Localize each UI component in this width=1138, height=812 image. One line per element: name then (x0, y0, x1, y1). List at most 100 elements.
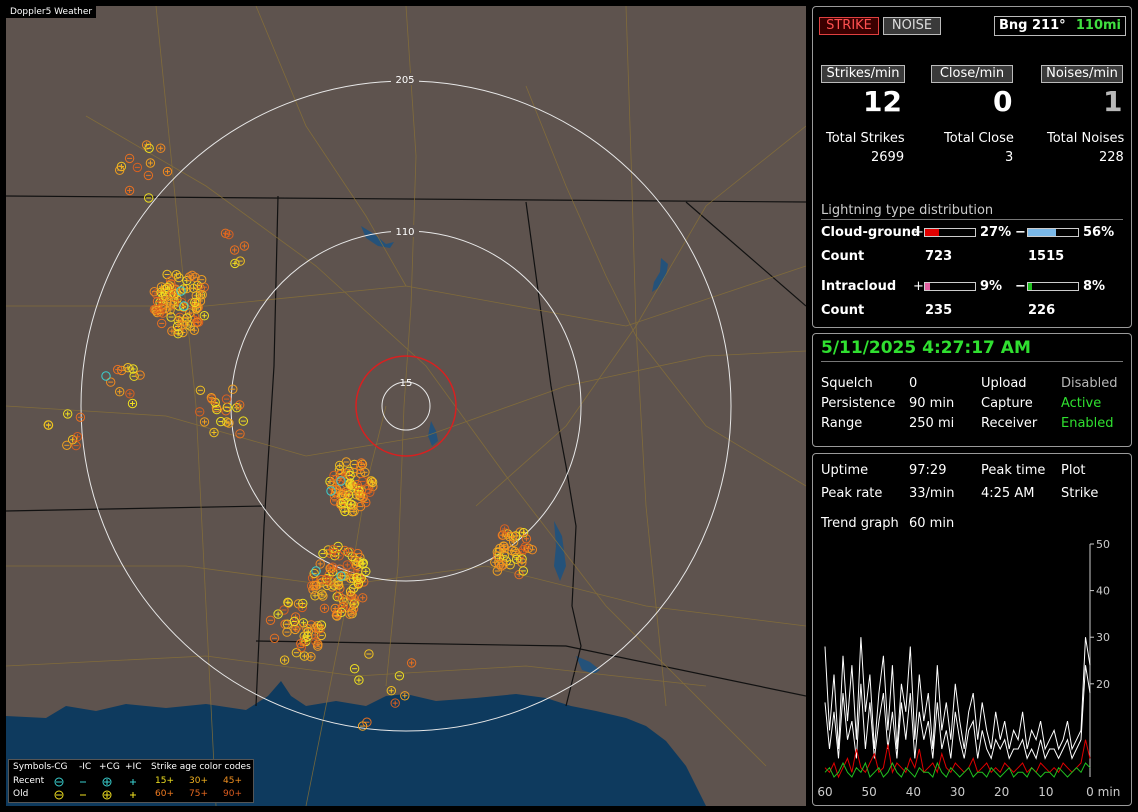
peak-time-value: 4:25 AM (981, 486, 1035, 501)
total-noises-value: 228 (1099, 150, 1124, 165)
close-per-min-value: 0 (993, 85, 1013, 118)
legend-age-45: 45+ (223, 776, 242, 786)
total-close-label: Total Close (944, 131, 1014, 146)
legend-age-75: 75+ (189, 789, 208, 799)
range-label: Range (821, 416, 863, 431)
trend-series-line (824, 665, 1091, 760)
cg-count-label: Count (821, 249, 865, 264)
cg-negative-count: 1515 (1028, 249, 1065, 264)
legend-age-15: 15+ (155, 776, 174, 786)
legend-age-90: 90+ (223, 789, 242, 799)
legend-pos-ic-recent-icon (130, 779, 136, 785)
range-value: 250 mi (909, 416, 955, 431)
ic-positive-pct: 9% (980, 279, 1003, 294)
map-title: Doppler5 Weather (6, 6, 97, 18)
cg-negative-pct: 56% (1083, 225, 1115, 240)
bearing-readout: Bng 211° 110mi (994, 16, 1126, 36)
noises-per-min-button[interactable]: Noises/min (1041, 65, 1123, 83)
x-tick-label: 10 (1038, 785, 1053, 799)
trend-panel: Uptime 97:29 Peak time Plot Peak rate 33… (812, 453, 1132, 806)
cg-minus-sign: − (1015, 225, 1026, 240)
plot-label: Plot (1061, 463, 1086, 478)
cloud-ground-label: Cloud-ground (821, 225, 921, 240)
legend-symbols-label: Symbols (13, 762, 52, 772)
cg-positive-pct: 27% (980, 225, 1012, 240)
ic-positive-count: 235 (925, 303, 953, 318)
x-tick-label: 60 (817, 785, 832, 799)
plot-value[interactable]: Strike (1061, 486, 1098, 501)
capture-value: Active (1061, 396, 1102, 411)
uptime-label: Uptime (821, 463, 869, 478)
legend-row-recent: Recent (13, 776, 45, 786)
range-label-110: 110 (395, 227, 414, 238)
y-tick-label: 30 (1096, 631, 1110, 644)
ic-negative-pct: 8% (1083, 279, 1106, 294)
squelch-label: Squelch (821, 376, 873, 391)
upload-label: Upload (981, 376, 1027, 391)
total-strikes-label: Total Strikes (826, 131, 905, 146)
peak-time-label: Peak time (981, 463, 1046, 478)
legend-age-30: 30+ (189, 776, 208, 786)
strikes-per-min-button[interactable]: Strikes/min (821, 65, 905, 83)
ic-count-label: Count (821, 303, 865, 318)
distance-value: 110mi (1075, 18, 1121, 33)
y-tick-label: 40 (1096, 585, 1110, 598)
map-legend: Symbols -CG -IC +CG +IC Strike age color… (8, 759, 254, 803)
trend-graph: 50 40 30 20 60 50 40 30 20 10 0 min (817, 538, 1121, 799)
total-noises-label: Total Noises (1047, 131, 1125, 146)
divider (821, 219, 1123, 220)
ic-plus-sign: + (913, 279, 924, 294)
cg-positive-bar (924, 228, 976, 237)
trend-series-line (824, 637, 1091, 751)
x-tick-label: 30 (950, 785, 965, 799)
total-close-value: 3 (1005, 150, 1014, 165)
legend-pos-ic-old-icon (130, 792, 136, 798)
status-panel: 5/11/2025 4:27:17 AM Squelch 0 Persisten… (812, 333, 1132, 447)
uptime-value: 97:29 (909, 463, 947, 478)
strike-button[interactable]: STRIKE (819, 17, 879, 35)
capture-label: Capture (981, 396, 1033, 411)
x-tick-label: 40 (906, 785, 921, 799)
trend-graph-value: 60 min (909, 516, 955, 531)
legend-col-pos-ic: +IC (125, 762, 142, 772)
distribution-title: Lightning type distribution (821, 203, 994, 218)
x-tick-label: 20 (994, 785, 1009, 799)
legend-col-neg-ic: -IC (79, 762, 92, 772)
lightning-map[interactable]: 205 110 15 Doppler5 Weather Symbols -CG … (6, 6, 806, 806)
legend-col-neg-cg: -CG (51, 762, 68, 772)
legend-age-60: 60+ (155, 789, 174, 799)
x-axis-label: min (1098, 785, 1121, 799)
strikes-per-min-value: 12 (863, 85, 902, 118)
persistence-label: Persistence (821, 396, 896, 411)
range-label-15: 15 (400, 378, 413, 389)
legend-col-pos-cg: +CG (99, 762, 120, 772)
map-canvas[interactable]: 205 110 15 (6, 6, 806, 806)
cg-negative-bar (1027, 228, 1079, 237)
intracloud-label: Intracloud (821, 279, 897, 294)
datetime-display: 5/11/2025 4:27:17 AM (821, 338, 1031, 358)
x-tick-label: 0 (1086, 785, 1094, 799)
peak-rate-label: Peak rate (821, 486, 883, 501)
ic-negative-count: 226 (1028, 303, 1056, 318)
x-tick-label: 50 (862, 785, 877, 799)
total-strikes-value: 2699 (871, 150, 905, 165)
upload-value: Disabled (1061, 376, 1118, 391)
squelch-value: 0 (909, 376, 918, 391)
cg-plus-sign: + (913, 225, 924, 240)
persistence-value: 90 min (909, 396, 955, 411)
receiver-value: Enabled (1061, 416, 1114, 431)
legend-symbols (54, 777, 136, 800)
bearing-value: Bng 211° (999, 18, 1066, 33)
legend-row-old: Old (13, 789, 29, 799)
receiver-label: Receiver (981, 416, 1038, 431)
close-per-min-button[interactable]: Close/min (931, 65, 1013, 83)
cg-positive-count: 723 (925, 249, 953, 264)
peak-rate-value: 33/min (909, 486, 955, 501)
ic-positive-bar (924, 282, 976, 291)
y-tick-label: 20 (1096, 678, 1110, 691)
strike-summary-panel: STRIKE NOISE Bng 211° 110mi Strikes/min … (812, 6, 1132, 328)
ic-minus-sign: − (1015, 279, 1026, 294)
ic-negative-bar (1027, 282, 1079, 291)
noise-button[interactable]: NOISE (883, 17, 941, 35)
legend-age-title: Strike age color codes (151, 762, 251, 772)
